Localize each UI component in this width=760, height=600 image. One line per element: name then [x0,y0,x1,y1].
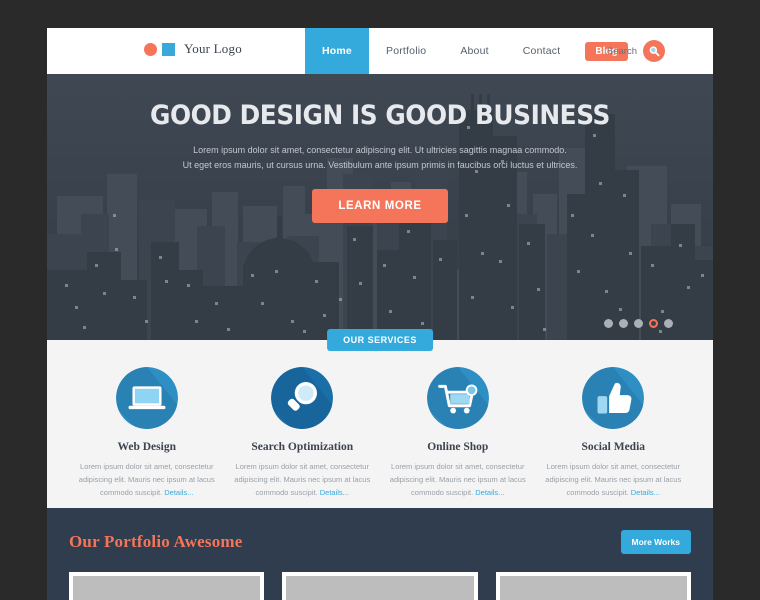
nav-item-about[interactable]: About [443,28,505,74]
search-area[interactable]: Search [607,40,665,62]
nav-item-home[interactable]: Home [305,28,369,81]
magnifier-icon [271,367,334,429]
nav-label-contact: Contact [522,45,561,57]
laptop-icon [115,367,178,429]
service-details-link[interactable]: Details... [164,488,193,497]
slider-dot-1[interactable] [604,319,613,328]
search-label: Search [606,45,637,57]
service-card-web-design[interactable]: Web Design Lorem ipsum dolor sit amet, c… [69,367,225,499]
slider-dot-3[interactable] [634,319,643,328]
learn-more-button[interactable]: LEARN MORE [312,188,448,223]
service-title: Web Design [117,441,176,453]
service-desc-text: Lorem ipsum dolor sit amet, consectetur … [78,462,215,498]
main-navigation: Home Portfolio About Contact Blog [305,28,628,81]
nav-label-home: Home [322,45,352,57]
service-description: Lorem ipsum dolor sit amet, consectetur … [75,460,219,499]
service-description: Lorem ipsum dolor sit amet, consectetur … [542,460,686,499]
logo-circle-icon [144,42,157,56]
service-details-link[interactable]: Details... [475,488,504,497]
service-card-social-media[interactable]: Social Media Lorem ipsum dolor sit amet,… [536,367,692,499]
service-description: Lorem ipsum dolor sit amet, consectetur … [386,460,530,499]
portfolio-grid [69,572,691,600]
hero-subtitle-line-2: Ut eget eros mauris, ut cursus urna. Ves… [182,159,578,170]
nav-label-portfolio: Portfolio [385,45,427,57]
service-desc-text: Lorem ipsum dolor sit amet, consectetur … [389,462,526,498]
services-badge: OUR SERVICES [327,329,433,351]
service-card-online-shop[interactable]: Online Shop Lorem ipsum dolor sit amet, … [380,367,536,499]
portfolio-thumbnail [499,576,687,600]
slider-dot-5[interactable] [664,319,673,328]
service-title: Online Shop [427,441,489,453]
logo-text: Your Logo [184,41,242,56]
service-desc-text: Lorem ipsum dolor sit amet, consectetur … [545,462,682,498]
portfolio-item[interactable] [495,572,691,600]
hero-slider: GOOD DESIGN IS GOOD BUSINESS Lorem ipsum… [47,74,713,340]
portfolio-thumbnail [73,576,261,600]
nav-label-about: About [460,45,489,57]
services-grid: Web Design Lorem ipsum dolor sit amet, c… [47,340,713,499]
portfolio-section: Our Portfolio Awesome More Works [47,508,713,600]
portfolio-header: Our Portfolio Awesome More Works [69,508,691,554]
service-card-search-optimization[interactable]: Search Optimization Lorem ipsum dolor si… [225,367,381,499]
hero-subtitle-line-1: Lorem ipsum dolor sit amet, consectetur … [193,145,567,155]
portfolio-title: Our Portfolio Awesome [69,532,243,551]
more-works-button[interactable]: More Works [620,530,691,554]
services-section: OUR SERVICES Web Design Lorem ipsum dolo… [47,329,713,508]
website-mockup: Your Logo Home Portfolio About Contact B… [47,28,713,600]
portfolio-item[interactable] [69,572,265,600]
service-details-link[interactable]: Details... [631,488,660,497]
service-description: Lorem ipsum dolor sit amet, consectetur … [231,460,375,499]
logo-square-icon [162,42,175,56]
hero-title: GOOD DESIGN IS GOOD BUSINESS [150,100,610,131]
logo[interactable]: Your Logo [144,41,242,57]
site-header: Your Logo Home Portfolio About Contact B… [47,28,713,81]
thumbs-up-icon [582,367,645,429]
service-desc-text: Lorem ipsum dolor sit amet, consectetur … [234,462,371,498]
slider-dot-4-active[interactable] [649,319,658,328]
portfolio-item[interactable] [282,572,478,600]
search-icon[interactable] [643,40,665,62]
hero-content: GOOD DESIGN IS GOOD BUSINESS Lorem ipsum… [47,74,713,223]
shopping-cart-icon [426,367,489,429]
service-details-link[interactable]: Details... [320,488,349,497]
slider-dot-2[interactable] [619,319,628,328]
nav-item-portfolio[interactable]: Portfolio [369,28,443,74]
nav-item-contact[interactable]: Contact [506,28,578,74]
service-title: Search Optimization [251,441,354,453]
slider-dots [604,319,673,328]
hero-subtitle: Lorem ipsum dolor sit amet, consectetur … [47,143,713,173]
service-title: Social Media [581,441,646,453]
portfolio-thumbnail [286,576,474,600]
